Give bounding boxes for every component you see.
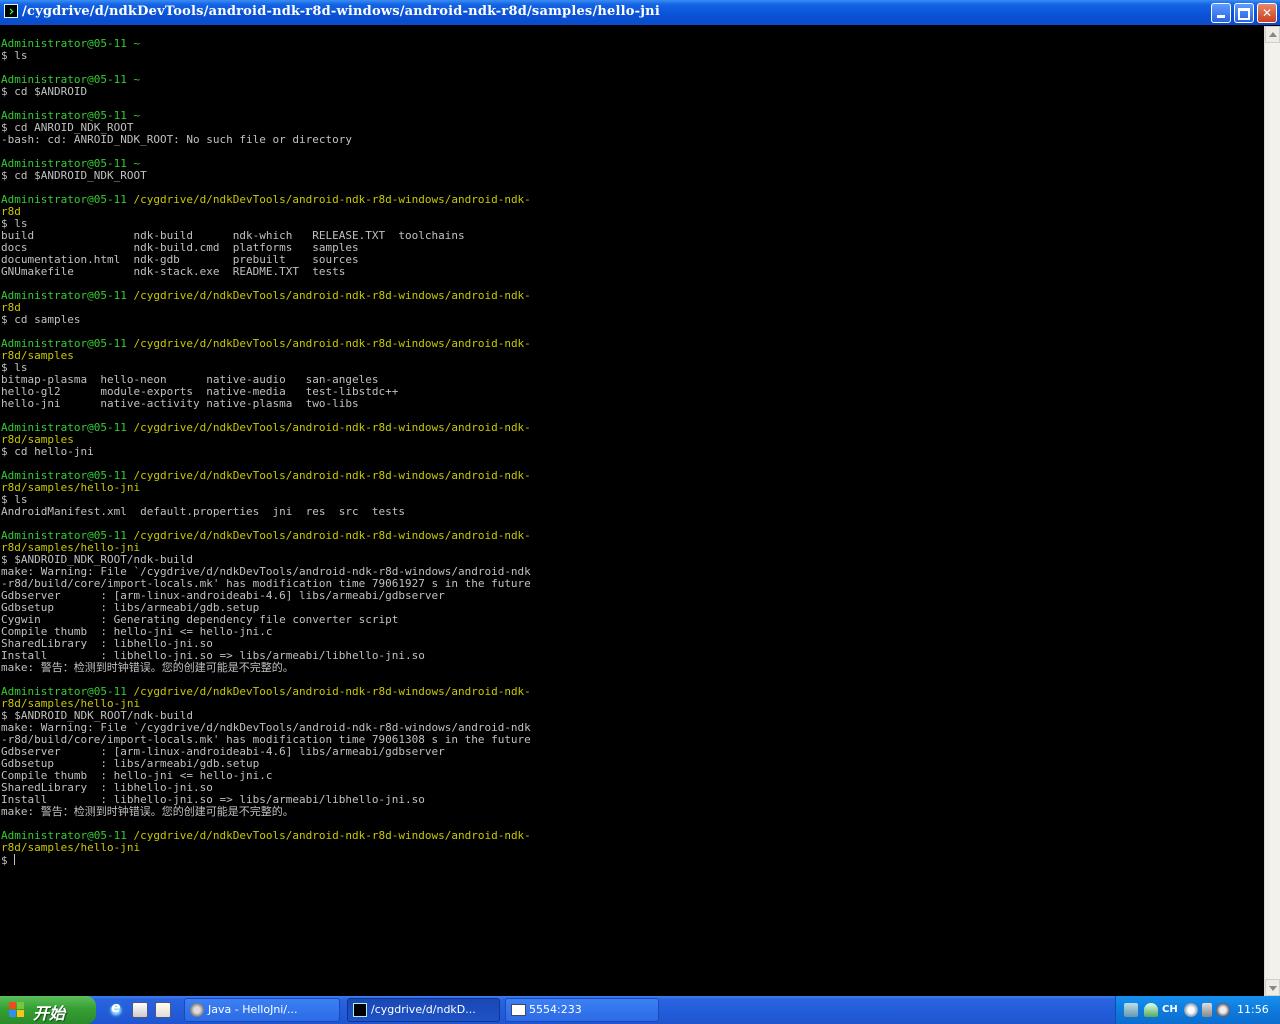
terminal-line: Administrator@05-11 /cygdrive/d/ndkDevTo… [1,470,1264,482]
taskbar-item-label: /cygdrive/d/ndkD... [371,1003,476,1016]
terminal-line-text: AndroidManifest.xml default.properties j… [1,505,405,518]
scroll-down-arrow-icon[interactable] [1265,979,1280,996]
scroll-up-arrow-icon[interactable] [1265,26,1280,43]
terminal-line-text: $ [1,854,15,867]
terminal-line: Administrator@05-11 /cygdrive/d/ndkDevTo… [1,422,1264,434]
terminal-line: GNUmakefile ndk-stack.exe README.TXT tes… [1,266,1264,278]
taskbar: 开始 Java - HelloJni/... /cygdrive/d/ndkD.… [0,996,1280,1024]
taskbar-item-label: Java - HelloJni/... [208,1003,298,1016]
language-indicator[interactable]: CH [1162,1003,1180,1017]
security-icon[interactable] [1144,1003,1158,1017]
system-tray: CH 11:56 [1115,996,1280,1024]
terminal-line: AndroidManifest.xml default.properties j… [1,506,1264,518]
minimize-button[interactable] [1211,3,1231,23]
terminal-line: Administrator@05-11 /cygdrive/d/ndkDevTo… [1,686,1264,698]
terminal-line: $ ls [1,50,1264,62]
terminal-line: r8d/samples/hello-jni [1,482,1264,494]
start-button[interactable]: 开始 [0,996,96,1024]
terminal-line: Administrator@05-11 /cygdrive/d/ndkDevTo… [1,338,1264,350]
terminal-icon [353,1003,367,1017]
clock: 11:56 [1237,1003,1269,1016]
terminal-line: $ cd hello-jni [1,446,1264,458]
terminal-line: $ cd $ANDROID_NDK_ROOT [1,170,1264,182]
terminal-line: r8d/samples [1,434,1264,446]
text-cursor [14,854,16,865]
terminal-line: hello-jni native-activity native-plasma … [1,398,1264,410]
terminal-text: Administrator@05-11 ~ $ ls Administrator@… [0,26,1264,867]
tray-app-icon-2[interactable] [1216,1003,1230,1017]
terminal-path: /cygdrive/d/ndkDevTools/android-ndk-r8d-… [133,829,531,842]
window-title: /cygdrive/d/ndkDevTools/android-ndk-r8d-… [22,4,660,19]
terminal-line: -bash: cd: ANROID_NDK_ROOT: No such file… [1,134,1264,146]
terminal-path: r8d/samples/hello-jni [1,841,141,854]
terminal-line-text: hello-jni native-activity native-plasma … [1,397,359,410]
tray-app-icon[interactable] [1184,1003,1198,1017]
terminal-path: /cygdrive/d/ndkDevTools/android-ndk-r8d-… [133,193,531,206]
taskbar-item-label: 5554:233 [529,1003,582,1016]
network-icon[interactable] [1124,1003,1138,1017]
terminal-line: r8d/samples/hello-jni [1,842,1264,854]
terminal-line: Administrator@05-11 /cygdrive/d/ndkDevTo… [1,830,1264,842]
terminal-line-text: make: 警告：检测到时钟错误。您的创建可能是不完整的。 [1,805,294,818]
terminal-app-icon[interactable] [4,4,18,18]
start-label: 开始 [33,1004,66,1023]
terminal-line: $ cd $ANDROID [1,86,1264,98]
terminal-line-text: -bash: cd: ANROID_NDK_ROOT: No such file… [1,133,352,146]
terminal-path: /cygdrive/d/ndkDevTools/android-ndk-r8d-… [133,421,531,434]
terminal-line: r8d [1,302,1264,314]
terminal-line-text: make: 警告：检测到时钟错误。您的创建可能是不完整的。 [1,661,294,674]
minimize-icon [1217,15,1225,18]
desktop-icon[interactable] [132,1002,148,1018]
window-titlebar[interactable]: /cygdrive/d/ndkDevTools/android-ndk-r8d-… [0,0,1280,25]
taskbar-item-emulator[interactable]: 5554:233 [505,998,659,1022]
terminal-path: /cygdrive/d/ndkDevTools/android-ndk-r8d-… [133,337,531,350]
terminal-line: Administrator@05-11 ~ [1,158,1264,170]
terminal-line-text: GNUmakefile ndk-stack.exe README.TXT tes… [1,265,346,278]
terminal-line-text: $ cd $ANDROID_NDK_ROOT [1,169,147,182]
taskbar-item-terminal[interactable]: /cygdrive/d/ndkD... [347,998,500,1022]
terminal-line: Administrator@05-11 /cygdrive/d/ndkDevTo… [1,194,1264,206]
terminal-line: Administrator@05-11 /cygdrive/d/ndkDevTo… [1,530,1264,542]
close-button[interactable]: ✕ [1257,3,1277,23]
terminal-line: Administrator@05-11 /cygdrive/d/ndkDevTo… [1,290,1264,302]
internet-explorer-icon[interactable] [108,1000,124,1018]
terminal-path: /cygdrive/d/ndkDevTools/android-ndk-r8d-… [133,469,531,482]
terminal-output[interactable]: Administrator@05-11 ~ $ ls Administrator@… [0,26,1264,996]
restore-icon [1238,8,1250,20]
terminal-line-text: $ cd hello-jni [1,445,94,458]
terminal-path: /cygdrive/d/ndkDevTools/android-ndk-r8d-… [133,685,531,698]
terminal-line: make: 警告：检测到时钟错误。您的创建可能是不完整的。 [1,662,1264,674]
terminal-line: $ [1,854,1264,867]
eclipse-icon [190,1003,204,1017]
terminal-line-text: $ cd $ANDROID [1,85,88,98]
terminal-line: r8d/samples [1,350,1264,362]
taskbar-item-eclipse[interactable]: Java - HelloJni/... [184,998,340,1022]
restore-button[interactable] [1234,3,1254,23]
volume-icon[interactable] [1202,1003,1212,1017]
terminal-path: /cygdrive/d/ndkDevTools/android-ndk-r8d-… [133,289,531,302]
terminal-line: Administrator@05-11 ~ [1,110,1264,122]
terminal-path: /cygdrive/d/ndkDevTools/android-ndk-r8d-… [133,529,531,542]
close-icon: ✕ [1261,6,1273,20]
terminal-line: Administrator@05-11 ~ [1,38,1264,50]
window-icon [511,1004,526,1016]
terminal-line: $ cd samples [1,314,1264,326]
editor-icon[interactable] [155,1002,171,1018]
terminal-line: r8d [1,206,1264,218]
terminal-line: Administrator@05-11 ~ [1,74,1264,86]
windows-logo-icon [9,1002,25,1018]
terminal-line-text: $ cd samples [1,313,81,326]
terminal-line: make: 警告：检测到时钟错误。您的创建可能是不完整的。 [1,806,1264,818]
vertical-scrollbar[interactable] [1264,26,1280,996]
